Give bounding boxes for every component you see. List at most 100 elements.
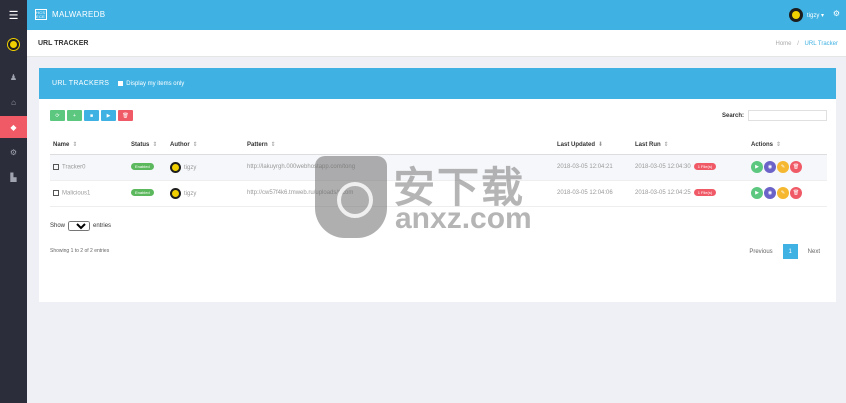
col-status[interactable]: Status ⇕ (128, 135, 167, 155)
sidebar-item-user[interactable]: ♟ (0, 66, 27, 88)
stop-icon: ■ (89, 112, 94, 119)
app-logo[interactable] (7, 38, 20, 51)
home-icon: ⌂ (11, 97, 16, 107)
sort-icon: ⇕ (152, 141, 158, 148)
table-header-row: Name ⇕ Status ⇕ Author ⇕ Pattern ⇕ Last Upda… (50, 135, 827, 155)
cell-name: Malicious1 (50, 180, 128, 207)
trash-icon: 🗑 (122, 112, 129, 119)
breadcrumb-separator: / (797, 41, 799, 47)
user-name: tigzy ▾ (806, 12, 824, 19)
cell-last-updated: 2018-03-05 12:04:21 (554, 154, 632, 181)
run-button[interactable]: ▶ (101, 110, 116, 121)
sidebar-item-settings[interactable]: ⚙ (0, 141, 27, 163)
cell-status: Enabled (128, 180, 167, 207)
my-items-checkbox[interactable] (118, 81, 124, 86)
brand[interactable]: HCS ECE MALWAREDB (35, 9, 105, 20)
user-menu[interactable]: tigzy ▾ (788, 8, 824, 22)
avatar (788, 8, 803, 22)
delete-action-button[interactable]: 🗑 (790, 187, 802, 199)
sort-icon: ⇕ (663, 141, 669, 148)
cell-pattern: http://lakuyrgh.000webhostapp.com/tong (244, 154, 554, 181)
eye-icon: ◉ (767, 190, 773, 196)
trash-icon: 🗑 (792, 164, 800, 170)
table-row[interactable]: Tracker0 Enabled tigzy http://lakuyrgh.0… (50, 154, 827, 181)
col-name[interactable]: Name ⇕ (50, 135, 128, 155)
files-badge[interactable]: 1 File(s) (693, 189, 717, 196)
breadcrumb-current: URL Tracker (804, 41, 838, 47)
sidebar-item-home[interactable]: ⌂ (0, 91, 27, 113)
trash-icon: 🗑 (792, 190, 800, 196)
user-icon: ♟ (9, 72, 18, 82)
next-page-button[interactable]: Next (808, 249, 820, 255)
url-trackers-card: URL TRACKERS Display my items only ⟳ + ■… (39, 68, 836, 302)
cell-last-run: 2018-03-05 12:04:30 1 File(s) (632, 154, 748, 181)
col-last-updated[interactable]: Last Updated ⬇ (554, 135, 632, 155)
cell-actions: ▶ ◉ ✎ 🗑 (748, 180, 827, 207)
sort-icon: ⇕ (270, 141, 276, 148)
edit-action-button[interactable]: ✎ (777, 161, 789, 173)
menu-toggle-icon[interactable]: ☰ (0, 0, 27, 30)
edit-action-button[interactable]: ✎ (777, 187, 789, 199)
sidebar-item-stats[interactable]: ▙ (0, 166, 27, 188)
page-length-select[interactable]: 25 (68, 221, 91, 231)
search-box: Search: (722, 110, 827, 121)
delete-button[interactable]: 🗑 (118, 110, 133, 121)
play-icon: ▶ (755, 164, 759, 170)
sort-desc-icon: ⬇ (598, 141, 604, 148)
page-title: URL TRACKER (38, 40, 89, 47)
refresh-icon: ⟳ (55, 112, 60, 119)
cell-actions: ▶ ◉ ✎ 🗑 (748, 154, 827, 181)
my-items-label: Display my items only (126, 80, 185, 87)
cell-status: Enabled (128, 154, 167, 181)
page-header: URL TRACKER Home / URL Tracker (27, 30, 846, 57)
pagination: Previous 1 Next (749, 244, 820, 259)
plus-icon: + (73, 112, 76, 119)
view-action-button[interactable]: ◉ (764, 161, 776, 173)
my-items-toggle[interactable]: Display my items only (118, 81, 184, 87)
run-action-button[interactable]: ▶ (751, 187, 763, 199)
run-action-button[interactable]: ▶ (751, 161, 763, 173)
previous-page-button[interactable]: Previous (749, 249, 772, 255)
page-length: Show 25 entries (50, 221, 111, 231)
cell-author: tigzy (167, 154, 244, 181)
pencil-icon: ✎ (780, 164, 786, 170)
view-action-button[interactable]: ◉ (764, 187, 776, 199)
col-actions[interactable]: Actions ⇕ (748, 135, 827, 155)
add-button[interactable]: + (67, 110, 82, 121)
breadcrumb-home[interactable]: Home (776, 41, 792, 47)
cell-author: tigzy (167, 180, 244, 207)
cell-last-updated: 2018-03-05 12:04:06 (554, 180, 632, 207)
current-page-button[interactable]: 1 (782, 244, 798, 259)
avatar (170, 161, 181, 173)
sidebar: ☰ ♟ ⌂ ◆ ⚙ ▙ (0, 0, 27, 403)
pencil-icon: ✎ (780, 190, 786, 196)
sort-icon: ⇕ (776, 141, 782, 148)
col-author[interactable]: Author ⇕ (167, 135, 244, 155)
col-pattern[interactable]: Pattern ⇕ (244, 135, 554, 155)
status-badge: Enabled (131, 163, 154, 170)
avatar (170, 187, 181, 199)
row-checkbox[interactable] (53, 163, 59, 170)
table-info: Showing 1 to 2 of 2 entries (50, 248, 110, 254)
search-input[interactable] (748, 110, 827, 121)
refresh-button[interactable]: ⟳ (50, 110, 65, 121)
files-badge[interactable]: 1 File(s) (693, 163, 717, 170)
cell-pattern: http://cw57f4k6.tmweb.ru/uploads/*.com (244, 180, 554, 207)
sort-icon: ⇕ (192, 141, 198, 148)
row-checkbox[interactable] (53, 189, 59, 196)
sort-icon: ⇕ (72, 141, 78, 148)
cell-last-run: 2018-03-05 12:04:25 1 File(s) (632, 180, 748, 207)
settings-gear-icon[interactable]: ⚙ (833, 9, 840, 18)
col-last-run[interactable]: Last Run ⇕ (632, 135, 748, 155)
cog-icon: ⚙ (9, 147, 18, 157)
card-title: URL TRACKERS (52, 80, 110, 87)
table-row[interactable]: Malicious1 Enabled tigzy http://cw57f4k6… (50, 180, 827, 207)
search-label: Search: (721, 112, 744, 119)
play-icon: ▶ (755, 190, 759, 196)
stop-button[interactable]: ■ (84, 110, 99, 121)
trackers-table: Name ⇕ Status ⇕ Author ⇕ Pattern ⇕ Last Upda… (50, 135, 827, 207)
chart-icon: ▙ (10, 172, 17, 182)
delete-action-button[interactable]: 🗑 (790, 161, 802, 173)
sidebar-item-tracker[interactable]: ◆ (0, 116, 27, 138)
play-icon: ▶ (106, 112, 111, 119)
